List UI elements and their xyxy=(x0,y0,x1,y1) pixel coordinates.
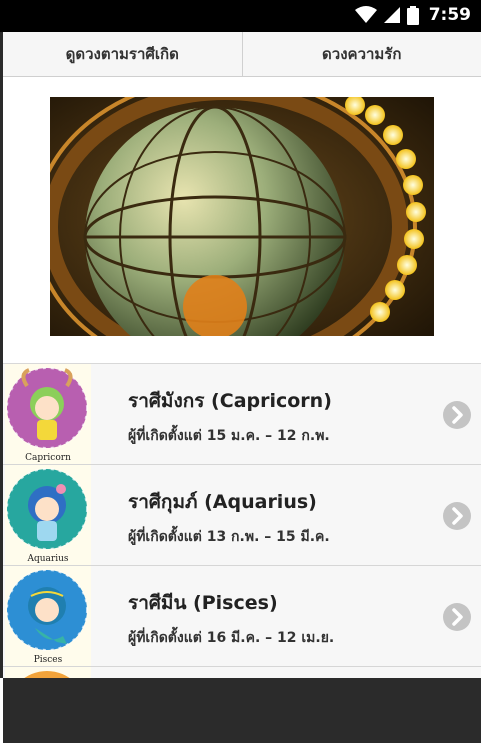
cellular-signal-icon xyxy=(383,7,400,23)
chevron-right-icon[interactable] xyxy=(443,502,471,530)
svg-text:Pisces: Pisces xyxy=(34,655,63,665)
pisces-thumbnail: Pisces xyxy=(5,566,91,666)
list-item-capricorn[interactable]: Capricorn ราศีมังกร (Capricorn) ผู้ที่เก… xyxy=(3,364,481,465)
chevron-right-icon[interactable] xyxy=(443,401,471,429)
status-bar: 7:59 xyxy=(0,0,481,32)
bottom-bar xyxy=(3,678,481,743)
zodiac-title: ราศีกุมภ์ (Aquarius) xyxy=(128,491,317,513)
list-item-aquarius[interactable]: Aquarius ราศีกุมภ์ (Aquarius) ผู้ที่เกิด… xyxy=(3,465,481,566)
tab-zodiac-horoscope[interactable]: ดูดวงตามราศีเกิด xyxy=(3,32,242,76)
aquarius-thumbnail: Aquarius xyxy=(5,465,91,565)
tab-bar: ดูดวงตามราศีเกิด ดวงความรัก xyxy=(3,32,481,77)
banner-image xyxy=(50,97,434,336)
battery-icon xyxy=(406,5,419,25)
zodiac-date-range: ผู้ที่เกิดตั้งแต่ 13 ก.พ. – 15 มี.ค. xyxy=(128,529,330,545)
zodiac-date-range: ผู้ที่เกิดตั้งแต่ 15 ม.ค. – 12 ก.พ. xyxy=(128,428,330,444)
zodiac-title: ราศีมีน (Pisces) xyxy=(128,592,278,614)
svg-text:Aquarius: Aquarius xyxy=(26,554,68,564)
zodiac-date-range: ผู้ที่เกิดตั้งแต่ 16 มี.ค. – 12 เม.ย. xyxy=(128,630,335,646)
capricorn-thumbnail: Capricorn xyxy=(5,364,91,464)
chevron-right-icon[interactable] xyxy=(443,603,471,631)
zodiac-title: ราศีมังกร (Capricorn) xyxy=(128,390,332,412)
svg-text:Capricorn: Capricorn xyxy=(25,453,71,463)
wifi-icon xyxy=(354,6,377,23)
list-item-pisces[interactable]: Pisces ราศีมีน (Pisces) ผู้ที่เกิดตั้งแต… xyxy=(3,566,481,667)
tab-love-horoscope[interactable]: ดวงความรัก xyxy=(241,32,481,76)
status-time: 7:59 xyxy=(428,5,471,25)
zodiac-list: Capricorn ราศีมังกร (Capricorn) ผู้ที่เก… xyxy=(3,363,481,679)
